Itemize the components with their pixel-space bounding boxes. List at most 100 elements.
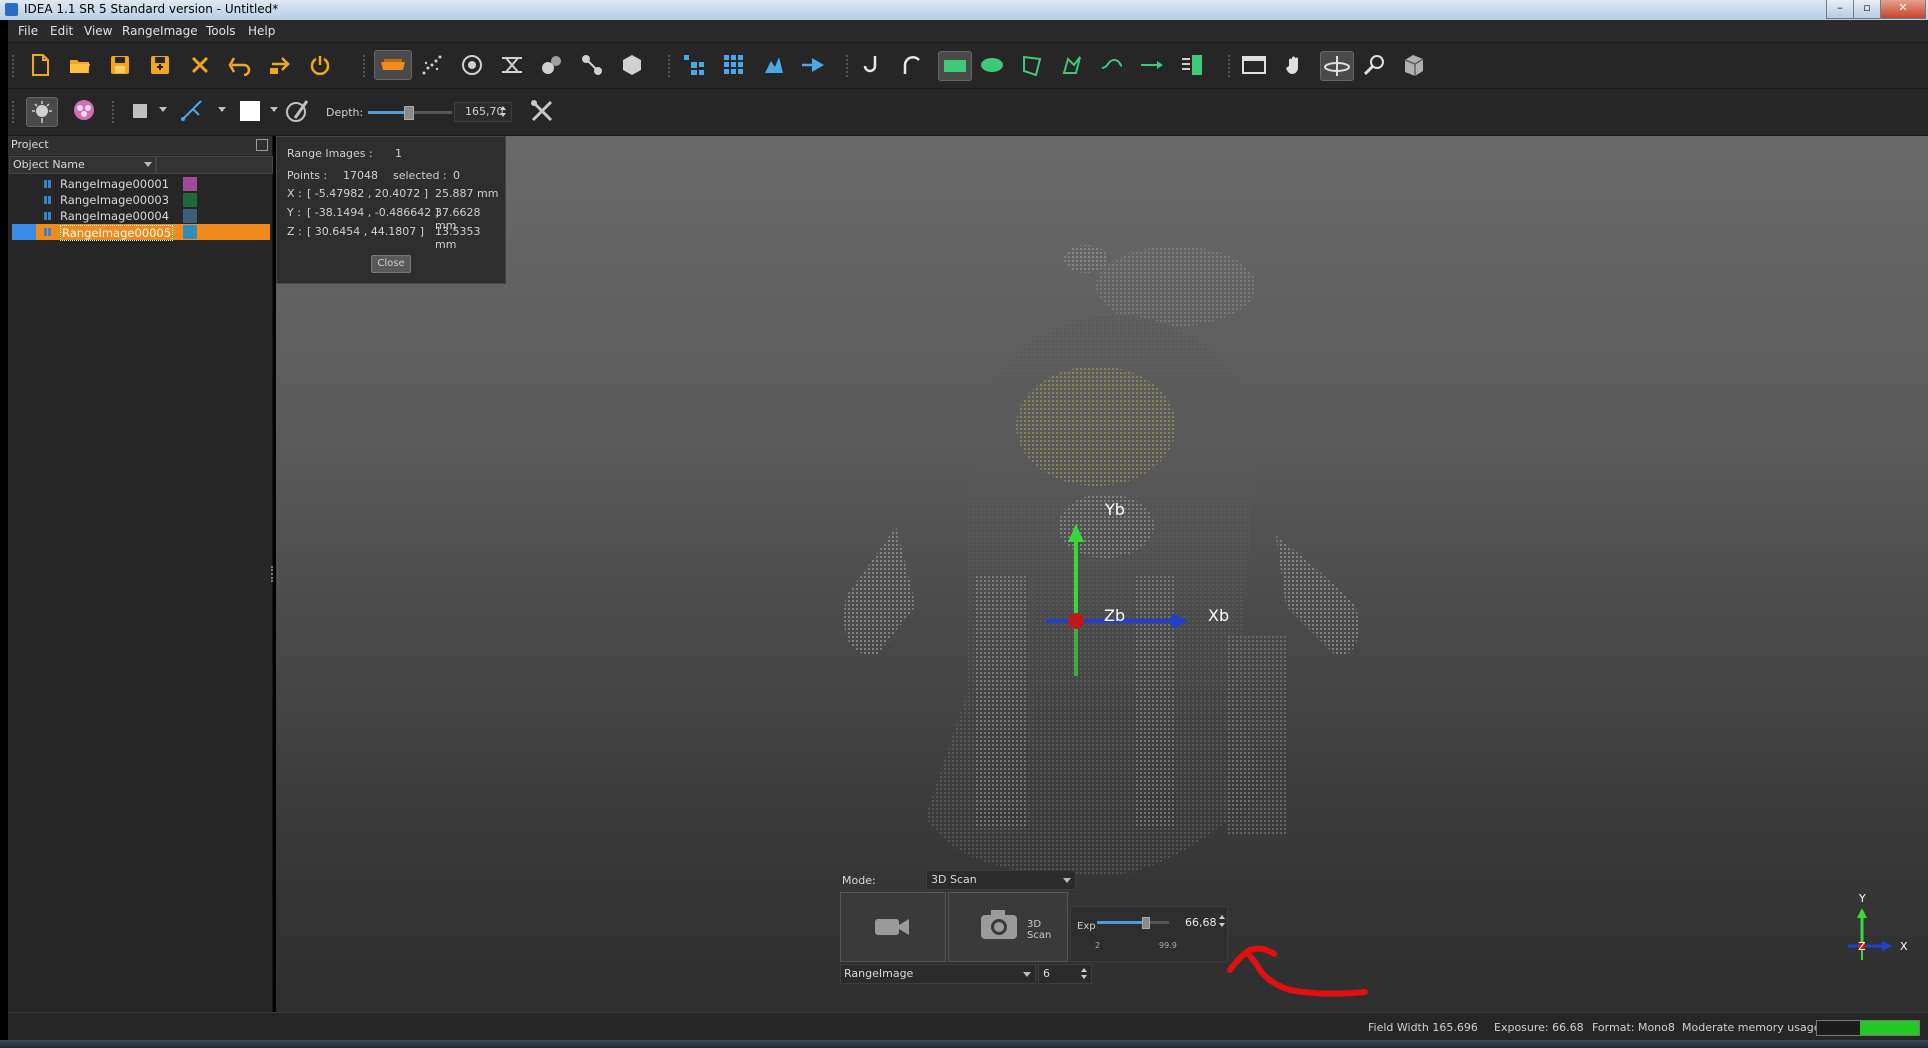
spin-up-icon[interactable] bbox=[1081, 968, 1087, 972]
color-swatch[interactable] bbox=[183, 177, 197, 191]
column-header[interactable]: Object Name bbox=[8, 156, 273, 174]
mode-select[interactable]: 3D Scan bbox=[926, 870, 1076, 890]
window-view-icon[interactable] bbox=[1240, 51, 1268, 79]
video-camera-button[interactable] bbox=[840, 892, 946, 962]
panel-float-icon[interactable] bbox=[256, 139, 268, 151]
depth-slider-handle[interactable] bbox=[404, 106, 414, 120]
exposure-slider[interactable] bbox=[1097, 917, 1169, 929]
tree-item-rangeimage00001[interactable]: RangeImage00001 bbox=[12, 176, 270, 192]
toolbar-grip[interactable] bbox=[12, 101, 18, 123]
chevron-down-icon[interactable] bbox=[1063, 878, 1071, 883]
lighting-icon[interactable] bbox=[26, 97, 58, 127]
range-image-icon bbox=[44, 196, 52, 204]
tree-item-rangeimage00004[interactable]: RangeImage00004 bbox=[12, 208, 270, 224]
3d-scan-label: 3D Scan bbox=[1027, 919, 1052, 941]
mesh-icon[interactable] bbox=[498, 51, 526, 79]
layers-icon[interactable] bbox=[1178, 51, 1206, 79]
y-label: Y : bbox=[287, 206, 301, 219]
new-file-icon[interactable] bbox=[26, 51, 54, 79]
background-color-icon[interactable] bbox=[236, 97, 264, 125]
spin-down-icon[interactable] bbox=[500, 113, 506, 117]
spin-up-icon[interactable] bbox=[500, 106, 506, 110]
axis-select-icon[interactable] bbox=[178, 97, 206, 125]
toolbar-grip[interactable] bbox=[846, 55, 852, 77]
close-info-button[interactable]: Close bbox=[371, 255, 411, 273]
x-size: 25.887 mm bbox=[435, 187, 499, 200]
minimize-button[interactable]: – bbox=[1826, 0, 1854, 19]
source-select[interactable]: RangeImage bbox=[840, 964, 1036, 984]
spin-up-icon[interactable] bbox=[1219, 915, 1225, 919]
chevron-down-icon[interactable] bbox=[270, 107, 278, 112]
depth-slider[interactable] bbox=[368, 106, 452, 120]
depth-spinbox[interactable]: 165,70 bbox=[454, 102, 512, 122]
range-images-label: Range Images : bbox=[287, 147, 373, 160]
source-select-value: RangeImage bbox=[844, 967, 914, 980]
hook-curve-icon[interactable] bbox=[858, 51, 886, 79]
tree-item-rangeimage00003[interactable]: RangeImage00003 bbox=[12, 192, 270, 208]
menu-file[interactable]: File bbox=[18, 24, 38, 38]
point-cloud-icon[interactable] bbox=[418, 51, 446, 79]
tools-icon[interactable] bbox=[528, 97, 556, 125]
exposure-group: Exp 66,68 2 99.9 bbox=[1070, 906, 1228, 962]
merge-icon[interactable] bbox=[538, 51, 566, 79]
project-arrow-icon[interactable] bbox=[800, 51, 828, 79]
menu-rangeimage[interactable]: RangeImage bbox=[122, 24, 198, 38]
menu-tools[interactable]: Tools bbox=[206, 24, 236, 38]
power-icon[interactable] bbox=[306, 51, 334, 79]
filter-icon[interactable] bbox=[760, 51, 788, 79]
exposure-slider-handle[interactable] bbox=[1142, 917, 1151, 929]
tree-item-rangeimage00005[interactable]: RangeImage00005 bbox=[12, 224, 270, 241]
toolbar-grip[interactable] bbox=[363, 55, 369, 77]
3d-scan-button[interactable]: 3D Scan bbox=[948, 892, 1068, 962]
orbit-icon[interactable] bbox=[1320, 51, 1354, 81]
splitter-handle[interactable] bbox=[271, 566, 275, 582]
redo-icon[interactable] bbox=[266, 51, 294, 79]
grid-select-icon[interactable] bbox=[680, 51, 708, 79]
main-toolbar bbox=[8, 43, 1928, 89]
save-icon[interactable] bbox=[106, 51, 134, 79]
freeform-icon[interactable] bbox=[1058, 51, 1086, 79]
arc-icon[interactable] bbox=[898, 51, 926, 79]
toolbar-grip[interactable] bbox=[668, 55, 674, 77]
chevron-down-icon[interactable] bbox=[1023, 972, 1031, 977]
color-swatch[interactable] bbox=[183, 225, 197, 239]
cube-view-icon[interactable] bbox=[1400, 51, 1428, 79]
3d-viewport[interactable]: Yb Zb Xb Range Images : 1 Points : 17048… bbox=[276, 136, 1928, 1012]
zoom-icon[interactable] bbox=[1360, 51, 1388, 79]
toolbar-grip[interactable] bbox=[12, 55, 18, 77]
undo-icon[interactable] bbox=[226, 51, 254, 79]
line-icon[interactable] bbox=[1138, 51, 1166, 79]
scanner-icon[interactable] bbox=[374, 50, 412, 80]
spline-icon[interactable] bbox=[1098, 51, 1126, 79]
open-folder-icon[interactable] bbox=[66, 51, 94, 79]
hexagon-icon[interactable] bbox=[618, 51, 646, 79]
delete-icon[interactable] bbox=[186, 51, 214, 79]
chevron-down-icon[interactable] bbox=[218, 107, 226, 112]
sort-chevron-icon[interactable] bbox=[144, 162, 152, 167]
spin-down-icon[interactable] bbox=[1081, 975, 1087, 979]
grid-icon[interactable] bbox=[720, 51, 748, 79]
polygon-icon[interactable] bbox=[1018, 51, 1046, 79]
menu-view[interactable]: View bbox=[84, 24, 112, 38]
split-icon[interactable] bbox=[578, 51, 606, 79]
pan-hand-icon[interactable] bbox=[1280, 51, 1308, 79]
color-swatch[interactable] bbox=[183, 193, 197, 207]
spin-down-icon[interactable] bbox=[1219, 923, 1225, 927]
save-as-icon[interactable] bbox=[146, 51, 174, 79]
toolbar-grip[interactable] bbox=[1228, 55, 1234, 77]
menu-help[interactable]: Help bbox=[248, 24, 275, 38]
menu-edit[interactable]: Edit bbox=[50, 24, 73, 38]
point-size-icon[interactable] bbox=[126, 97, 154, 125]
color-swatch[interactable] bbox=[183, 209, 197, 223]
rectangle-icon[interactable] bbox=[938, 51, 972, 81]
palette-brush-icon[interactable] bbox=[284, 97, 312, 125]
maximize-button[interactable]: ▫ bbox=[1853, 0, 1881, 19]
axis-label-yb: Yb bbox=[1105, 500, 1125, 519]
rotate-view-icon[interactable] bbox=[458, 51, 486, 79]
close-window-button[interactable]: ✕ bbox=[1880, 0, 1926, 19]
color-mode-icon[interactable] bbox=[70, 97, 98, 125]
chevron-down-icon[interactable] bbox=[159, 107, 167, 112]
ellipse-icon[interactable] bbox=[978, 51, 1006, 79]
toolbar-grip[interactable] bbox=[112, 101, 118, 123]
count-spinbox[interactable]: 6 bbox=[1038, 964, 1092, 984]
